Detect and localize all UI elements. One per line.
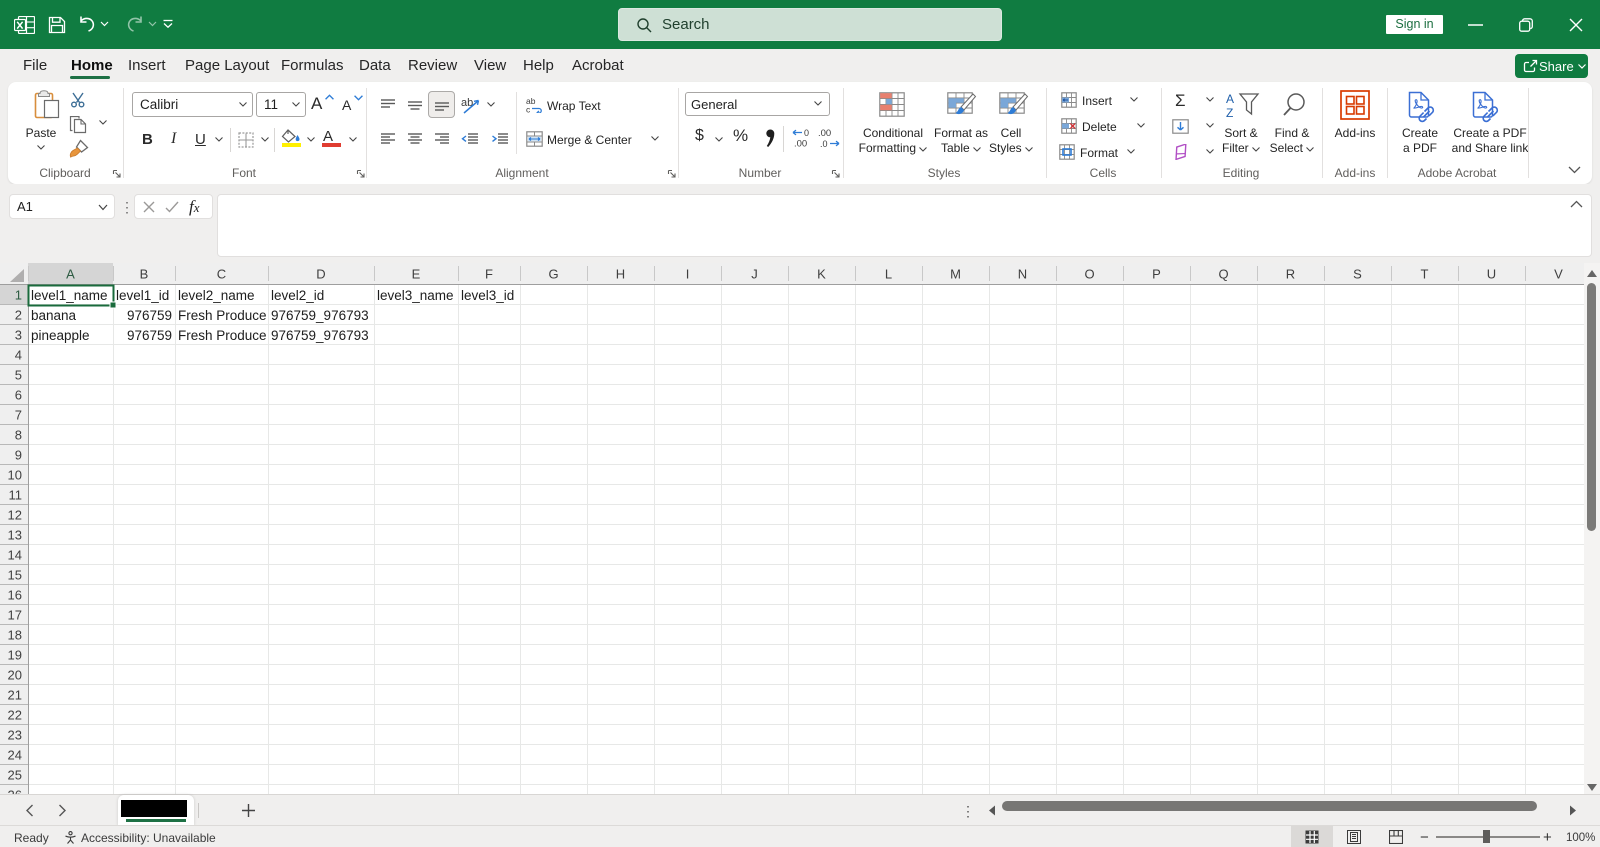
svg-text:P: P	[1152, 267, 1161, 282]
svg-text:V: V	[1554, 267, 1563, 282]
svg-text:23: 23	[8, 728, 22, 743]
svg-text:0: 0	[804, 128, 809, 138]
svg-text:S: S	[1353, 267, 1362, 282]
svg-text:13: 13	[8, 528, 22, 543]
svg-text:G: G	[548, 267, 558, 282]
svg-text:20: 20	[8, 668, 22, 683]
svg-text:16: 16	[8, 588, 22, 603]
svg-text:22: 22	[8, 708, 22, 723]
svg-text:U: U	[1487, 267, 1496, 282]
svg-text:I: I	[686, 267, 690, 282]
svg-text:19: 19	[8, 648, 22, 663]
svg-text:H: H	[616, 267, 625, 282]
svg-text:17: 17	[8, 608, 22, 623]
svg-text:5: 5	[15, 368, 22, 383]
svg-text:C: C	[217, 267, 226, 282]
svg-text:L: L	[885, 267, 892, 282]
svg-text:9: 9	[15, 448, 22, 463]
svg-text:.0: .0	[820, 139, 828, 148]
svg-text:4: 4	[15, 348, 22, 363]
svg-text:3: 3	[15, 328, 22, 343]
svg-text:E: E	[412, 267, 421, 282]
svg-text:D: D	[316, 267, 325, 282]
svg-text:25: 25	[8, 768, 22, 783]
svg-text:F: F	[485, 267, 493, 282]
svg-text:7: 7	[15, 408, 22, 423]
svg-text:2: 2	[15, 308, 22, 323]
svg-text:12: 12	[8, 508, 22, 523]
svg-text:K: K	[817, 267, 826, 282]
svg-text:J: J	[751, 267, 758, 282]
svg-text:N: N	[1018, 267, 1027, 282]
svg-text:A: A	[1226, 92, 1234, 106]
svg-text:8: 8	[15, 428, 22, 443]
svg-text:Z: Z	[1226, 106, 1233, 118]
svg-text:21: 21	[8, 688, 22, 703]
svg-text:10: 10	[8, 468, 22, 483]
svg-text:15: 15	[8, 568, 22, 583]
svg-text:T: T	[1421, 267, 1429, 282]
svg-text:1: 1	[15, 288, 22, 303]
svg-text:6: 6	[15, 388, 22, 403]
svg-text:A: A	[66, 267, 75, 282]
svg-text:.00: .00	[794, 139, 807, 149]
svg-text:R: R	[1286, 267, 1295, 282]
svg-text:.00: .00	[818, 128, 831, 139]
svg-text:Q: Q	[1218, 267, 1228, 282]
svg-text:14: 14	[8, 548, 22, 563]
svg-text:24: 24	[8, 748, 22, 763]
svg-text:18: 18	[8, 628, 22, 643]
svg-text:M: M	[950, 267, 961, 282]
svg-text:11: 11	[9, 488, 23, 503]
svg-text:O: O	[1084, 267, 1094, 282]
svg-text:B: B	[140, 267, 149, 282]
